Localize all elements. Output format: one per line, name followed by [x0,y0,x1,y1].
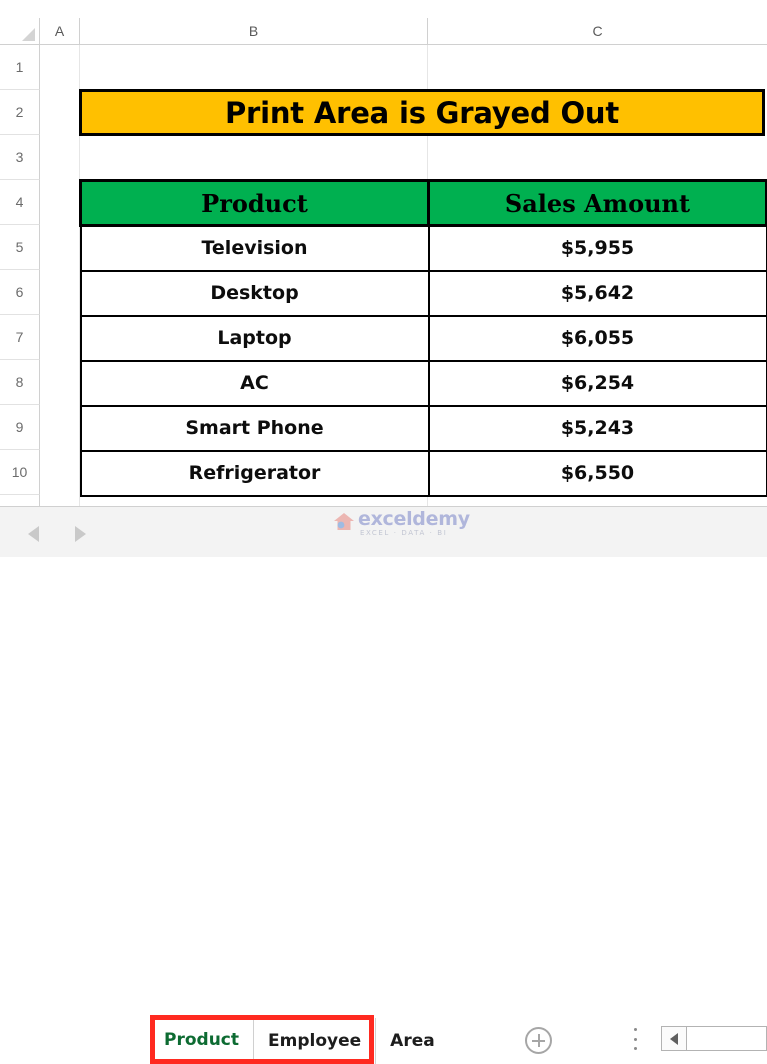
cell-sales-amount[interactable]: $5,243 [427,404,767,452]
row-header-label: 5 [15,239,24,255]
column-header-a-label: A [54,23,65,39]
row-header-label: 4 [15,194,24,210]
row-header-label: 7 [15,329,24,345]
table-header-row: Product Sales Amount [79,179,767,227]
row-header-label: 10 [11,464,28,480]
plus-circle-icon[interactable] [525,1027,552,1054]
table-row: Smart Phone $5,243 [79,404,767,452]
dot [633,1037,637,1041]
sheet-tab-label: Employee [268,1031,362,1051]
dot [633,1028,637,1031]
sheet-tabs[interactable]: Product Employee Area [150,1018,449,1064]
column-header-a[interactable]: A [40,18,80,45]
sheet-tab-label: Area [390,1031,435,1051]
row-header-label: 2 [15,104,24,120]
triangle-right-icon[interactable] [75,526,86,542]
vertical-dots-icon[interactable] [633,1028,637,1050]
worksheet-grid[interactable]: A B C 1 2 3 4 5 6 7 8 9 10 Print Area is Grayed O… [0,0,767,506]
triangle-left-icon[interactable] [28,526,39,542]
dot [633,1047,637,1050]
sales-data-table[interactable]: Product Sales Amount Television $5,955 Des… [79,179,767,497]
scroll-left-button[interactable] [662,1027,687,1050]
row-header-label: 8 [15,374,24,390]
cell-sales-amount[interactable]: $5,955 [427,224,767,272]
cell-sales-amount[interactable]: $5,642 [427,269,767,317]
select-all-corner[interactable] [0,18,40,45]
row-header-8[interactable]: 8 [0,360,40,405]
sheet-tab-bar[interactable]: Product Employee Area [0,506,767,1064]
cell-product[interactable]: Laptop [79,314,430,362]
column-header-b[interactable]: B [80,18,428,45]
cell-product[interactable]: Smart Phone [79,404,430,452]
table-body: Television $5,955 Desktop $5,642 Laptop $6,05… [79,224,767,497]
row-header-9[interactable]: 9 [0,405,40,450]
sheet-tab-label: Product [164,1029,239,1050]
sheet-tab-area[interactable]: Area [376,1018,449,1064]
sheet-tab-employee[interactable]: Employee [254,1018,377,1064]
row-header-7[interactable]: 7 [0,315,40,360]
cell-product[interactable]: Desktop [79,269,430,317]
horizontal-scrollbar[interactable] [661,1026,767,1051]
print-area-title-text: Print Area is Grayed Out [224,95,620,130]
cell-product[interactable]: AC [79,359,430,407]
cell-product[interactable]: Television [79,224,430,272]
column-header-c-label: C [592,23,603,39]
table-row: Television $5,955 [79,224,767,272]
row-header-3[interactable]: 3 [0,135,40,180]
table-row: AC $6,254 [79,359,767,407]
scrollbar-track[interactable] [687,1027,766,1050]
row-header-label: 6 [15,284,24,300]
table-row: Refrigerator $6,550 [79,449,767,497]
cell-sales-amount[interactable]: $6,254 [427,359,767,407]
sheet-navigation-arrows[interactable] [28,523,138,545]
column-header-c[interactable]: C [428,18,767,45]
print-area-title-banner[interactable]: Print Area is Grayed Out [79,89,765,136]
cell-sales-amount[interactable]: $6,550 [427,449,767,497]
cell-product[interactable]: Refrigerator [79,449,430,497]
row-header-1[interactable]: 1 [0,45,40,90]
row-header-4[interactable]: 4 [0,180,40,225]
row-header-label: 9 [15,419,24,435]
cell-sales-amount[interactable]: $6,055 [427,314,767,362]
column-header-sales-amount[interactable]: Sales Amount [427,179,767,227]
triangle-left-icon [670,1032,678,1045]
row-header-2[interactable]: 2 [0,90,40,135]
select-all-triangle-icon [22,28,35,41]
sheet-tab-product[interactable]: Product [150,1018,254,1064]
table-row: Laptop $6,055 [79,314,767,362]
row-header-5[interactable]: 5 [0,225,40,270]
row-header-label: 3 [15,149,24,165]
column-header-product[interactable]: Product [79,179,430,227]
row-header-6[interactable]: 6 [0,270,40,315]
row-header-10[interactable]: 10 [0,450,40,495]
column-header-b-label: B [248,23,259,39]
row-header-label: 1 [15,59,24,75]
table-row: Desktop $5,642 [79,269,767,317]
